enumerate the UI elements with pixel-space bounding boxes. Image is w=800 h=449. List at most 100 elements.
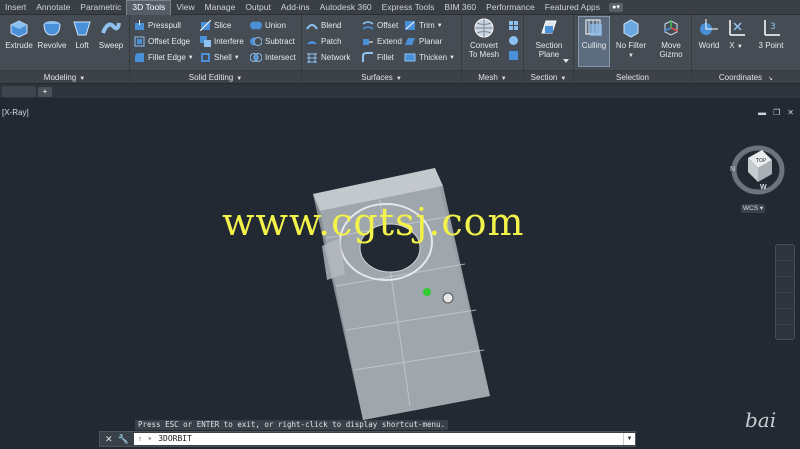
- ucs-x-button[interactable]: X ▼: [726, 17, 746, 52]
- revolve-button[interactable]: Revolve: [36, 17, 68, 50]
- full-navigation-wheel-icon[interactable]: [776, 245, 794, 261]
- panel-title-modeling[interactable]: Modeling ▼: [0, 70, 129, 83]
- panel-solid-editing: Presspull Offset Edge Fillet Edge ▼ Slice…: [130, 15, 302, 83]
- union-button[interactable]: Union: [250, 19, 286, 32]
- wcs-dropdown[interactable]: WCS ▾: [741, 204, 765, 213]
- tab-bim-360[interactable]: BIM 360: [439, 0, 481, 15]
- command-customize-icon[interactable]: 🔧: [118, 434, 129, 445]
- tab-insert[interactable]: Insert: [0, 0, 31, 15]
- tab-output[interactable]: Output: [240, 0, 276, 15]
- tab-manage[interactable]: Manage: [200, 0, 241, 15]
- command-line: ✕ 🔧 ⇑ ▾ 3DORBIT ▼: [99, 431, 636, 447]
- corner-signature: bai: [745, 408, 777, 432]
- blend-button[interactable]: Blend: [306, 19, 341, 32]
- slice-icon: [200, 20, 211, 31]
- subtract-button[interactable]: Subtract: [250, 35, 295, 48]
- intersect-button[interactable]: Intersect: [250, 51, 296, 64]
- patch-icon: [307, 41, 317, 44]
- panel-mesh: Convert To Mesh Mesh ▼: [462, 15, 524, 83]
- extrude-button[interactable]: Extrude: [4, 17, 34, 50]
- panel-title-mesh[interactable]: Mesh ▼: [462, 70, 523, 83]
- panel-section: Section Plane Section ▼: [524, 15, 574, 83]
- mesh-smooth-icon[interactable]: [508, 35, 519, 46]
- watermark-text: www.cgtsj.com: [222, 200, 525, 244]
- panel-selection: Culling No Filter ▼ Move Gizmo Selection: [574, 15, 692, 83]
- tab-annotate[interactable]: Annotate: [31, 0, 75, 15]
- tab-parametric[interactable]: Parametric: [75, 0, 126, 15]
- svg-text:TOP: TOP: [755, 158, 766, 164]
- slice-button[interactable]: Slice: [200, 19, 231, 32]
- zoom-icon[interactable]: [776, 277, 794, 293]
- offset-edge-icon: [134, 36, 145, 47]
- convert-to-mesh-button[interactable]: Convert To Mesh: [464, 17, 504, 59]
- compass-west: W: [760, 184, 767, 191]
- three-point-button[interactable]: 3 3 Point: [754, 17, 788, 50]
- mesh-tool-icon[interactable]: [508, 20, 519, 31]
- no-filter-button[interactable]: No Filter ▼: [612, 17, 650, 61]
- ribbon: Extrude Revolve Loft Sweep Modeling ▼ Pre…: [0, 15, 800, 83]
- panel-title-solid-editing[interactable]: Solid Editing ▼: [130, 70, 301, 83]
- trim-button[interactable]: Trim ▼: [404, 19, 443, 32]
- presspull-icon: [135, 20, 144, 30]
- offset-surface-button[interactable]: Offset: [362, 19, 398, 32]
- ribbon-toggle-icon[interactable]: ●▾: [609, 2, 624, 12]
- fillet-surface-button[interactable]: Fillet: [362, 51, 394, 64]
- panel-modeling: Extrude Revolve Loft Sweep Modeling ▼: [0, 15, 130, 83]
- culling-icon: [585, 19, 602, 36]
- extend-button[interactable]: Extend: [362, 35, 402, 48]
- presspull-button[interactable]: Presspull: [134, 19, 181, 32]
- tab-express-tools[interactable]: Express Tools: [377, 0, 440, 15]
- planar-icon: [405, 38, 415, 45]
- world-button[interactable]: World: [696, 17, 722, 50]
- panel-title-surfaces[interactable]: Surfaces ▼: [302, 70, 461, 83]
- loft-button[interactable]: Loft: [70, 17, 94, 50]
- shell-button[interactable]: Shell ▼: [200, 51, 240, 64]
- tab-performance[interactable]: Performance: [481, 0, 540, 15]
- panel-title-section[interactable]: Section ▼: [524, 70, 573, 83]
- revolve-icon: [43, 21, 61, 36]
- section-options-icon[interactable]: [562, 57, 570, 65]
- blend-icon: [306, 24, 318, 30]
- command-history-icon[interactable]: ⇑ ▾: [138, 433, 152, 445]
- fillet-edge-button[interactable]: Fillet Edge ▼: [134, 51, 194, 64]
- tab-featured-apps[interactable]: Featured Apps: [540, 0, 605, 15]
- section-plane-icon: [541, 20, 557, 34]
- mesh-sphere-icon: [474, 18, 494, 38]
- interfere-button[interactable]: Interfere: [200, 35, 244, 48]
- drawing-viewport[interactable]: [X-Ray] ▬ ❐ ✕ www.cgtsj.com TOP N W WCS …: [0, 98, 800, 449]
- mesh-refine-icon[interactable]: [508, 50, 519, 61]
- command-input[interactable]: ⇑ ▾ 3DORBIT: [133, 433, 623, 445]
- current-command: 3DORBIT: [158, 434, 192, 443]
- orbit-icon[interactable]: [776, 293, 794, 309]
- thicken-icon: [404, 53, 416, 62]
- move-gizmo-button[interactable]: Move Gizmo: [654, 17, 688, 59]
- patch-button[interactable]: Patch: [306, 35, 341, 48]
- offset-edge-button[interactable]: Offset Edge: [134, 35, 190, 48]
- panel-surfaces: Blend Patch Network Offset Extend Fillet…: [302, 15, 462, 83]
- section-plane-button[interactable]: Section Plane: [528, 17, 570, 59]
- command-close-icon[interactable]: ✕: [105, 434, 113, 445]
- planar-button[interactable]: Planar: [404, 35, 442, 48]
- tab-add-ins[interactable]: Add-ins: [276, 0, 315, 15]
- tab-3d-tools[interactable]: 3D Tools: [126, 0, 172, 15]
- sweep-icon: [101, 22, 121, 34]
- tab-view[interactable]: View: [171, 0, 199, 15]
- network-button[interactable]: Network: [306, 51, 350, 64]
- gizmo-icon: [663, 20, 679, 36]
- showmotion-icon[interactable]: [776, 309, 794, 325]
- sweep-button[interactable]: Sweep: [96, 17, 126, 50]
- panel-title-selection: Selection: [574, 70, 691, 83]
- union-icon: [250, 21, 262, 30]
- thicken-button[interactable]: Thicken ▼: [404, 51, 455, 64]
- fillet-edge-icon: [135, 53, 144, 62]
- subtract-icon: [250, 37, 262, 46]
- culling-button[interactable]: Culling: [578, 16, 610, 67]
- drawing-tab[interactable]: [2, 86, 36, 97]
- intersect-icon: [250, 53, 262, 62]
- command-dropdown-icon[interactable]: ▼: [623, 433, 635, 445]
- offset-surface-icon: [362, 21, 374, 30]
- pan-icon[interactable]: [776, 261, 794, 277]
- tab-autodesk-360[interactable]: Autodesk 360: [315, 0, 377, 15]
- new-drawing-tab-button[interactable]: +: [38, 87, 52, 97]
- ucs-x-icon: [729, 20, 745, 36]
